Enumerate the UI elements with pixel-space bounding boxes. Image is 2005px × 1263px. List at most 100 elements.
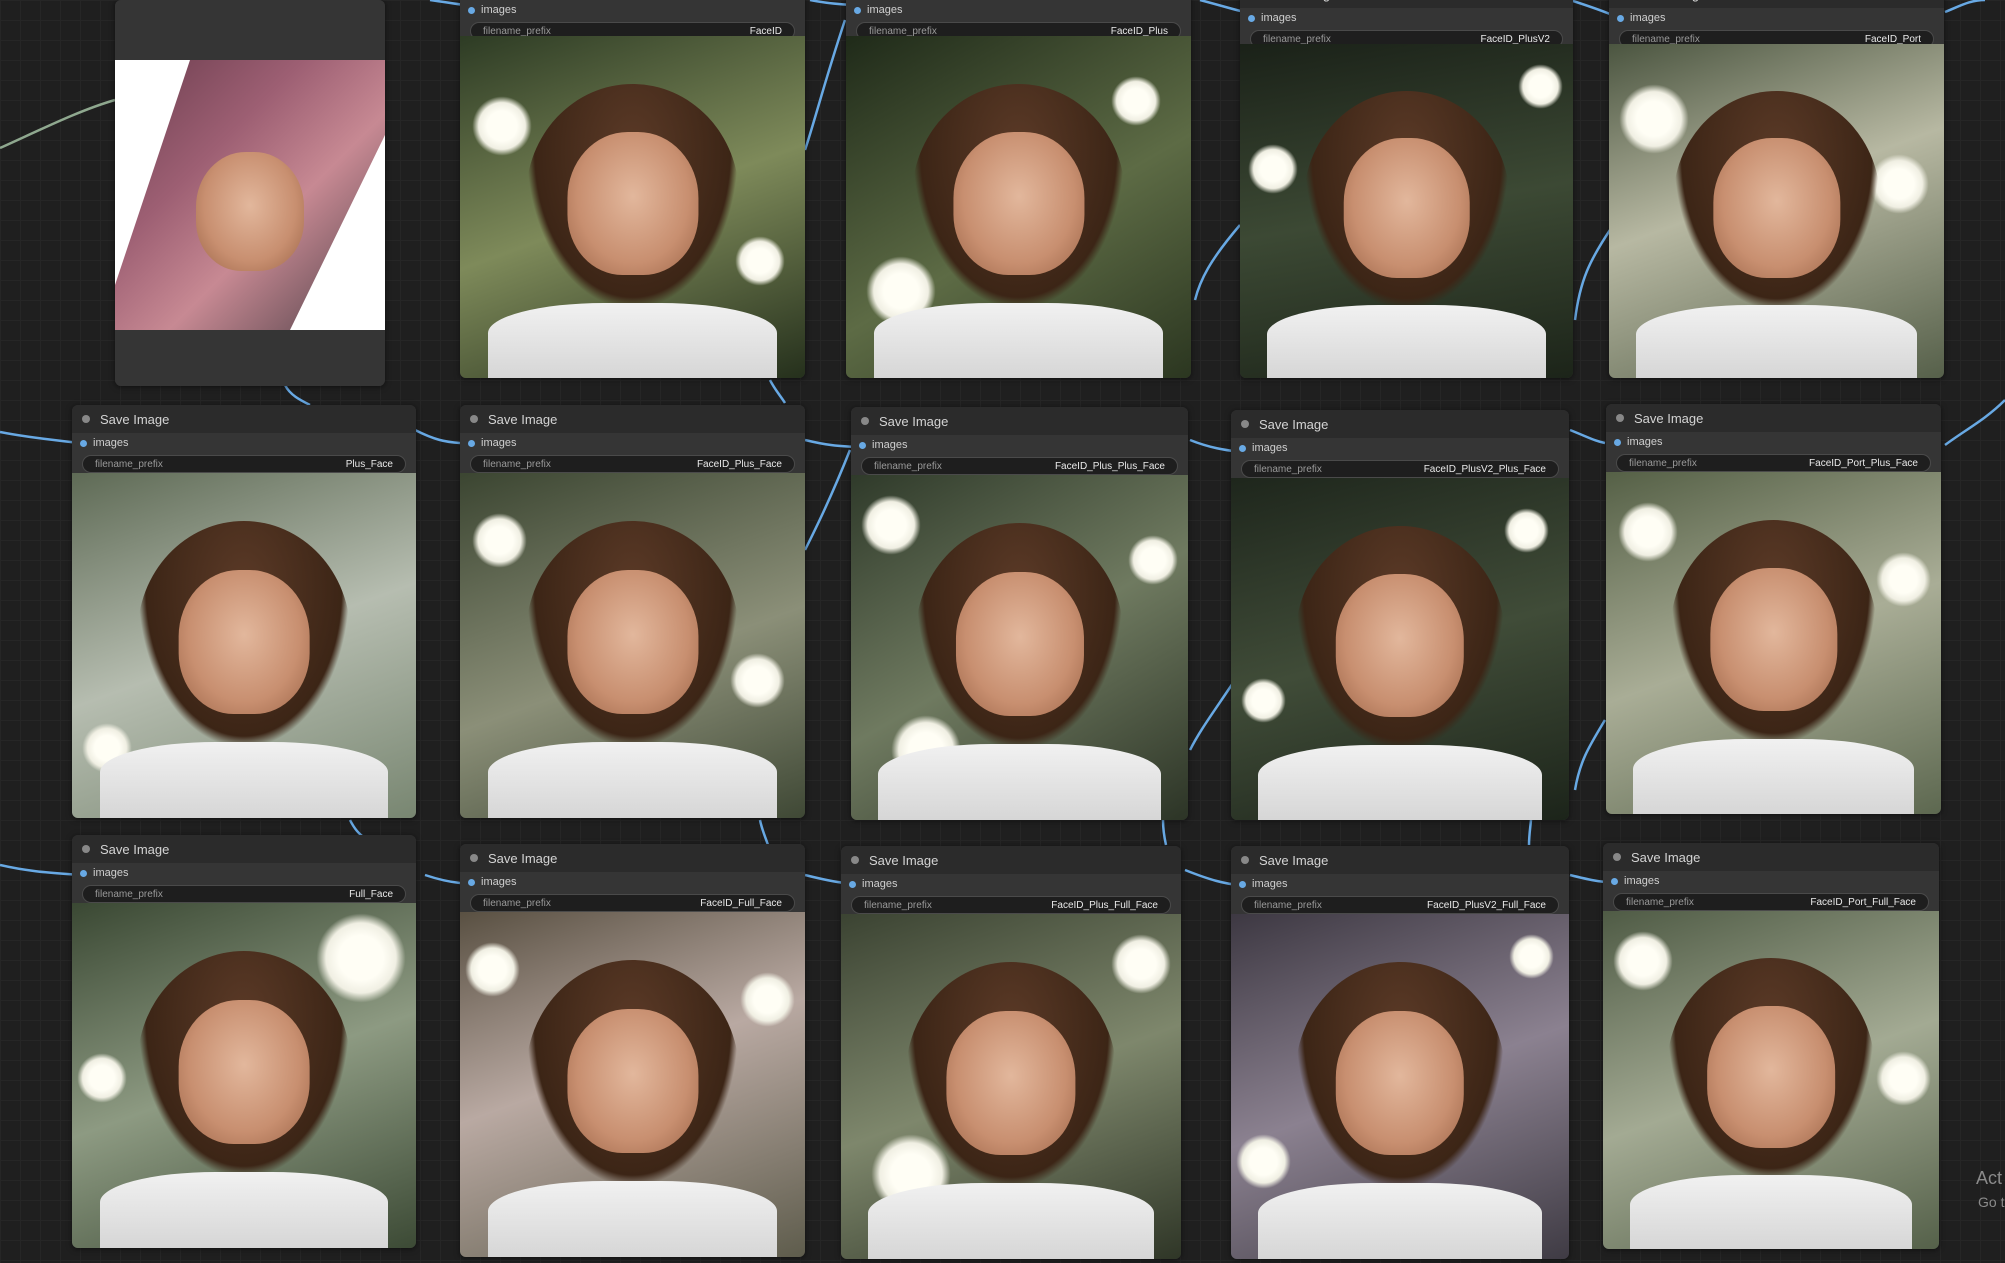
- widget-value: FaceID_Port_Plus_Face: [1809, 457, 1918, 469]
- save-image-node[interactable]: Save Image images filename_prefixFaceID_…: [841, 846, 1181, 1259]
- node-collapse-dot[interactable]: [1241, 420, 1249, 428]
- images-input[interactable]: images: [846, 0, 1191, 20]
- input-slot-icon[interactable]: [1239, 444, 1246, 452]
- input-slot-icon[interactable]: [1617, 14, 1624, 22]
- input-slot-icon[interactable]: [1239, 880, 1246, 888]
- input-slot-icon[interactable]: [854, 6, 861, 14]
- widget-label: filename_prefix: [95, 888, 163, 900]
- node-title: Save Image: [1231, 410, 1569, 438]
- input-label: images: [1252, 442, 1288, 454]
- save-image-node[interactable]: Save Image images filename_prefixFaceID_…: [460, 405, 805, 818]
- node-title-label: Save Image: [488, 850, 558, 866]
- input-slot-icon[interactable]: [80, 869, 87, 877]
- node-collapse-dot[interactable]: [470, 415, 478, 423]
- filename-prefix-field[interactable]: filename_prefix FaceID_Plus_Plus_Face: [861, 457, 1178, 475]
- filename-prefix-field[interactable]: filename_prefix FaceID_Port_Full_Face: [1613, 893, 1929, 911]
- images-input[interactable]: images: [460, 872, 805, 892]
- input-slot-icon[interactable]: [468, 878, 475, 886]
- images-input[interactable]: images: [460, 433, 805, 453]
- save-image-node[interactable]: Save Image images filename_prefixFaceID_…: [851, 407, 1188, 820]
- save-image-node[interactable]: Save Image images filename_prefixFaceID_…: [846, 0, 1191, 378]
- widget-value: FaceID_PlusV2: [1480, 33, 1550, 45]
- input-slot-icon[interactable]: [849, 880, 856, 888]
- node-collapse-dot[interactable]: [861, 417, 869, 425]
- input-slot-icon[interactable]: [1248, 14, 1255, 22]
- widget-value: FaceID_PlusV2_Plus_Face: [1423, 463, 1546, 475]
- widget-value: FaceID_Plus_Full_Face: [1051, 899, 1158, 911]
- filename-prefix-field[interactable]: filename_prefix FaceID_Plus_Full_Face: [851, 896, 1171, 914]
- node-title-label: Save Image: [1637, 0, 1706, 2]
- images-input[interactable]: images: [1231, 874, 1569, 894]
- node-collapse-dot[interactable]: [82, 845, 90, 853]
- save-image-node[interactable]: Save Image images filename_prefixFaceID_…: [1231, 410, 1569, 820]
- save-image-node[interactable]: Save Image images filename_prefixFaceID_…: [1231, 846, 1569, 1259]
- save-image-node[interactable]: Save Image images filename_prefix Full_Fa…: [72, 835, 416, 1248]
- wire: [0, 863, 81, 877]
- images-input[interactable]: images: [851, 435, 1188, 455]
- images-input[interactable]: images: [1603, 871, 1939, 891]
- node-title-label: Save Image: [1268, 0, 1337, 2]
- input-label: images: [867, 4, 903, 16]
- save-image-node[interactable]: Save Image images filename_prefixFaceID_…: [1603, 843, 1939, 1249]
- save-image-node[interactable]: Save Image images filename_prefixFaceID_…: [1240, 0, 1573, 378]
- widget-label: filename_prefix: [483, 458, 551, 470]
- node-collapse-dot[interactable]: [82, 415, 90, 423]
- widget-label: filename_prefix: [874, 460, 942, 472]
- wire: [283, 384, 311, 407]
- images-input[interactable]: images: [1231, 438, 1569, 458]
- images-input[interactable]: images: [841, 874, 1181, 894]
- input-slot-icon[interactable]: [1614, 438, 1621, 446]
- widget-label: filename_prefix: [483, 897, 551, 909]
- load-image-node[interactable]: [115, 0, 385, 386]
- node-collapse-dot[interactable]: [1613, 853, 1621, 861]
- node-collapse-dot[interactable]: [1616, 414, 1624, 422]
- node-title-label: Save Image: [1259, 416, 1329, 432]
- input-label: images: [481, 876, 517, 888]
- widget-value: FaceID_Port_Full_Face: [1810, 896, 1916, 908]
- filename-prefix-field[interactable]: filename_prefix FaceID_Full_Face: [470, 894, 795, 912]
- save-image-node[interactable]: Save Image images filename_prefix Plus_Fa…: [72, 405, 416, 818]
- images-input[interactable]: images: [460, 0, 805, 20]
- node-collapse-dot[interactable]: [1241, 856, 1249, 864]
- input-label: images: [1261, 12, 1297, 24]
- wire: [1569, 428, 1606, 445]
- images-input[interactable]: images: [1240, 8, 1573, 28]
- node-title-label: Save Image: [1634, 410, 1704, 426]
- input-slot-icon[interactable]: [1611, 877, 1618, 885]
- wire: [1944, 399, 2005, 447]
- image-preview: [1609, 44, 1944, 378]
- filename-prefix-field[interactable]: filename_prefix Full_Face: [82, 885, 406, 903]
- filename-prefix-field[interactable]: filename_prefix FaceID_Port_Plus_Face: [1616, 454, 1931, 472]
- filename-prefix-field[interactable]: filename_prefix Plus_Face: [82, 455, 406, 473]
- image-preview: [1231, 478, 1569, 820]
- input-label: images: [1627, 436, 1663, 448]
- node-collapse-dot[interactable]: [470, 854, 478, 862]
- node-collapse-dot[interactable]: [851, 856, 859, 864]
- widget-label: filename_prefix: [869, 25, 937, 37]
- input-slot-icon[interactable]: [468, 439, 475, 447]
- widget-value: FaceID_Port: [1864, 33, 1921, 45]
- input-slot-icon[interactable]: [468, 6, 475, 14]
- save-image-node[interactable]: Save Image images filename_prefix FaceID_…: [1606, 404, 1941, 814]
- wire: [1161, 819, 1168, 846]
- images-input[interactable]: images: [1606, 432, 1941, 452]
- save-image-node[interactable]: Save Image images filename_prefixFaceID_…: [460, 844, 805, 1257]
- widget-label: filename_prefix: [1629, 457, 1697, 469]
- input-slot-icon[interactable]: [80, 439, 87, 447]
- images-input[interactable]: images: [72, 863, 416, 883]
- input-slot-icon[interactable]: [859, 441, 866, 449]
- widget-value: Full_Face: [349, 888, 393, 900]
- widget-value: FaceID_Plus_Face: [696, 458, 782, 470]
- filename-prefix-field[interactable]: filename_prefix FaceID_PlusV2_Plus_Face: [1241, 460, 1559, 478]
- node-title: Save Image: [841, 846, 1181, 874]
- images-input[interactable]: images: [72, 433, 416, 453]
- filename-prefix-field[interactable]: filename_prefix FaceID_Plus_Face: [470, 455, 795, 473]
- save-image-node[interactable]: Save Image images filename_prefixFaceID_…: [1609, 0, 1944, 378]
- image-preview: [1606, 472, 1941, 814]
- node-title-label: Save Image: [100, 411, 170, 427]
- images-input[interactable]: images: [1609, 8, 1944, 28]
- wire: [1527, 819, 1533, 846]
- image-preview: [72, 473, 416, 818]
- filename-prefix-field[interactable]: filename_prefix FaceID_PlusV2_Full_Face: [1241, 896, 1559, 914]
- save-image-node[interactable]: Save Image images filename_prefixFaceID: [460, 0, 805, 378]
